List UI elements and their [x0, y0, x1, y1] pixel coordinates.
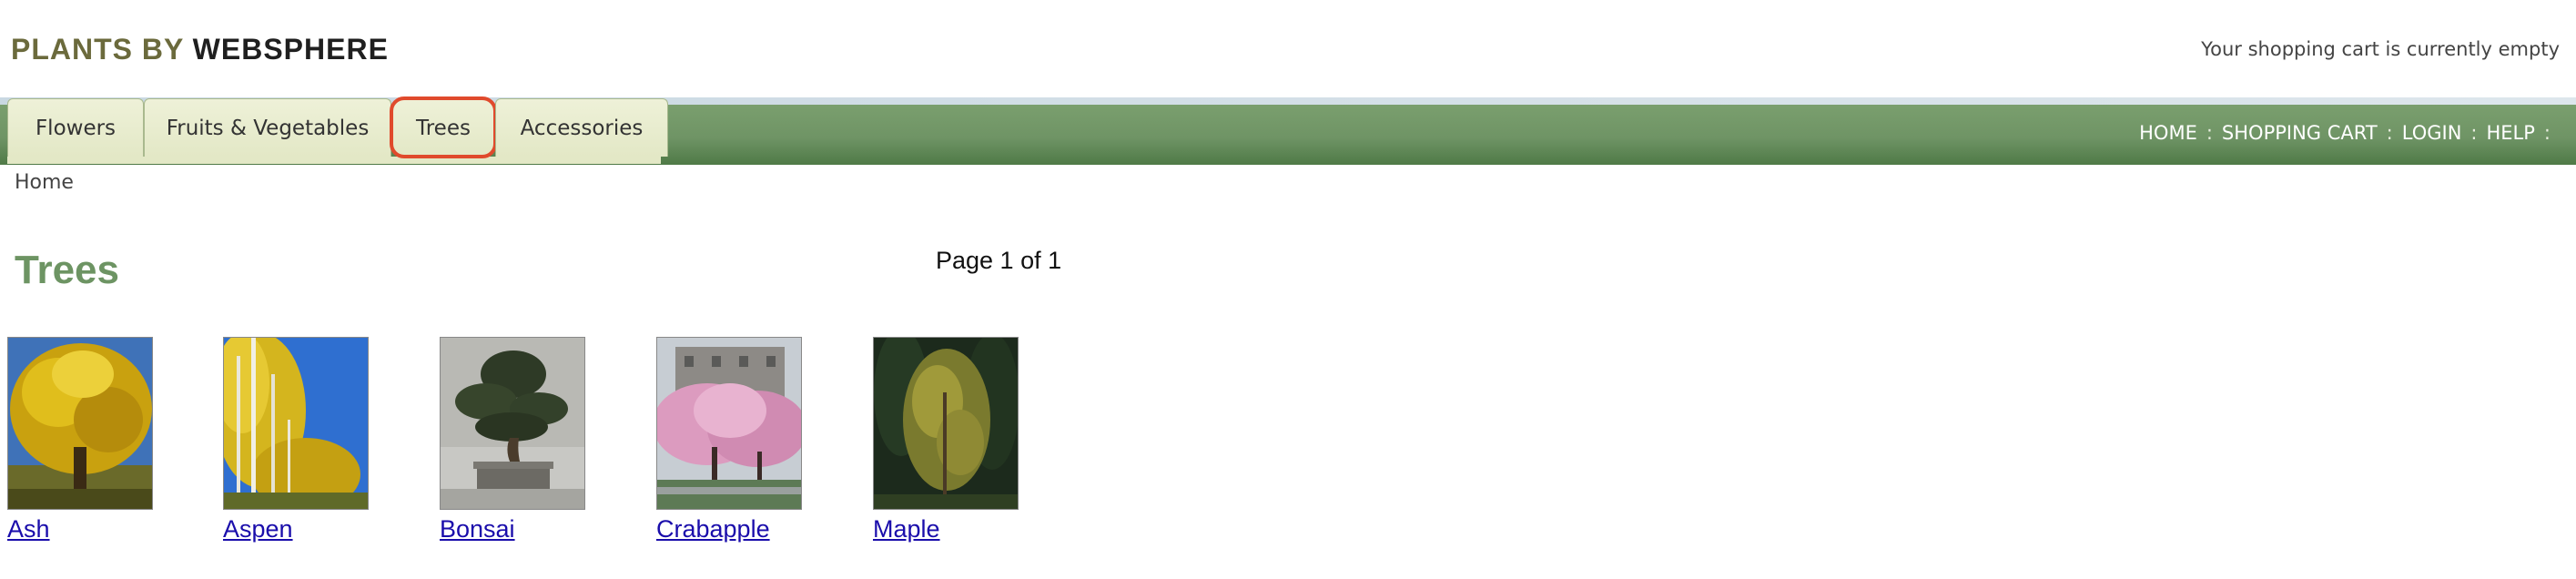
product-item-aspen: Aspen — [223, 337, 370, 543]
ash-tree-photo-icon[interactable] — [7, 337, 153, 510]
tab-fruits-vegetables[interactable]: Fruits & Vegetables — [144, 98, 391, 157]
link-separator: : — [2206, 122, 2213, 144]
maple-tree-photo-icon[interactable] — [873, 337, 1019, 510]
breadcrumb[interactable]: Home — [15, 171, 74, 194]
top-links: HOME : SHOPPING CART : LOGIN : HELP : — [2139, 122, 2560, 144]
link-separator: : — [2543, 122, 2551, 144]
bonsai-tree-photo-icon[interactable] — [440, 337, 585, 510]
product-item-maple: Maple — [873, 337, 1020, 543]
crabapple-tree-photo-icon[interactable] — [656, 337, 802, 510]
tab-trees[interactable]: Trees — [390, 96, 497, 158]
help-link[interactable]: HELP — [2486, 122, 2534, 144]
site-logo[interactable]: PLANTS BY WEBSPHERE — [11, 33, 389, 66]
tab-flowers[interactable]: Flowers — [7, 98, 144, 157]
aspen-tree-photo-icon[interactable] — [223, 337, 369, 510]
page-indicator: Page 1 of 1 — [936, 247, 1062, 274]
home-link[interactable]: HOME — [2139, 122, 2197, 144]
cart-status-text: Your shopping cart is currently empty — [2201, 38, 2560, 60]
product-link-bonsai[interactable]: Bonsai — [440, 515, 587, 543]
product-link-aspen[interactable]: Aspen — [223, 515, 370, 543]
link-separator: : — [2386, 122, 2393, 144]
product-item-bonsai: Bonsai — [440, 337, 587, 543]
logo-text-plants-by: PLANTS BY — [11, 33, 193, 66]
product-item-ash: Ash — [7, 337, 155, 543]
shopping-cart-link[interactable]: SHOPPING CART — [2222, 122, 2378, 144]
logo-text-websphere: WEBSPHERE — [192, 33, 389, 66]
login-link[interactable]: LOGIN — [2402, 122, 2462, 144]
product-link-maple[interactable]: Maple — [873, 515, 1020, 543]
product-link-ash[interactable]: Ash — [7, 515, 155, 543]
link-separator: : — [2470, 122, 2478, 144]
tab-accessories[interactable]: Accessories — [495, 98, 668, 157]
category-tabs: Flowers Fruits & Vegetables Trees Access… — [7, 96, 668, 162]
product-item-crabapple: Crabapple — [656, 337, 804, 543]
product-link-crabapple[interactable]: Crabapple — [656, 515, 804, 543]
page-title: Trees — [15, 248, 119, 292]
